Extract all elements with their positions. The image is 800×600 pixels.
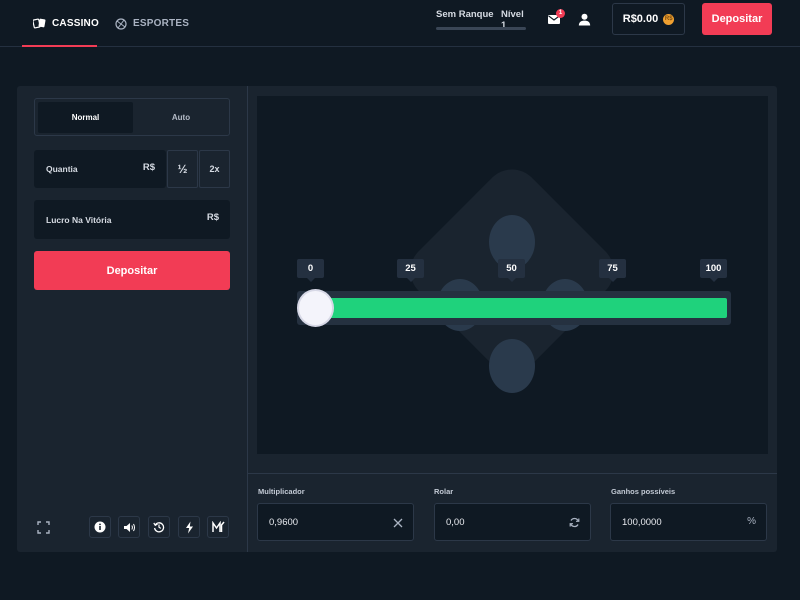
mode-normal-button[interactable]: Normal xyxy=(38,102,133,133)
info-button[interactable] xyxy=(89,516,111,538)
slider-tick-label: 75 xyxy=(599,259,626,282)
mode-auto-button[interactable]: Auto xyxy=(134,102,228,133)
roll-slider-win-range xyxy=(317,298,727,318)
info-icon xyxy=(94,521,106,533)
bet-amount-field[interactable]: Quantia R$ xyxy=(34,150,166,188)
roll-slider-handle[interactable] xyxy=(297,289,334,327)
stats-divider xyxy=(248,473,777,474)
balance-value: R$0.00 xyxy=(622,13,659,25)
fullscreen-icon xyxy=(36,520,50,534)
slider-tick-label: 50 xyxy=(498,259,525,282)
tab-esportes[interactable]: ESPORTES xyxy=(115,0,189,47)
multiplier-label: Multiplicador xyxy=(258,487,305,496)
profit-label: Lucro Na Vitória xyxy=(46,215,112,225)
sidebar-divider xyxy=(247,86,248,552)
profit-field[interactable]: Lucro Na Vitória R$ xyxy=(34,200,230,239)
tab-cassino-label: CASSINO xyxy=(52,18,99,29)
double-bet-button[interactable]: 2x xyxy=(199,150,230,188)
ball-icon xyxy=(115,17,127,30)
slider-tick-label: 25 xyxy=(397,259,424,282)
half-bet-button[interactable]: ½ xyxy=(167,150,198,188)
rank-bar xyxy=(436,27,526,30)
rank-progress[interactable]: Sem Ranque Nível 1 xyxy=(436,9,526,34)
notification-badge: 1 xyxy=(556,9,565,18)
deposit-button-header[interactable]: Depositar xyxy=(702,3,772,35)
multiplier-value: 0,9600 xyxy=(269,517,299,528)
balance-display[interactable]: R$0.00 R$ xyxy=(612,3,685,35)
slider-tick-label: 0 xyxy=(297,259,324,282)
deposit-button-main[interactable]: Depositar xyxy=(34,251,230,290)
percent-suffix: % xyxy=(747,516,756,527)
tab-cassino[interactable]: CASSINO xyxy=(33,0,99,47)
fullscreen-button[interactable] xyxy=(32,516,54,538)
rank-label: Sem Ranque xyxy=(436,9,494,20)
fairness-icon xyxy=(211,521,225,532)
fairness-button[interactable] xyxy=(207,516,229,538)
win-chance-value: 100,0000 xyxy=(622,517,662,528)
history-button[interactable] xyxy=(148,516,170,538)
volume-icon xyxy=(123,522,135,532)
coin-icon: R$ xyxy=(663,13,675,25)
roll-label: Rolar xyxy=(434,487,454,496)
slider-tick-label: 100 xyxy=(700,259,727,282)
active-tab-indicator xyxy=(22,45,97,47)
bet-mode-switch: Normal Auto xyxy=(34,98,230,136)
cards-icon xyxy=(33,18,46,29)
profile-button[interactable] xyxy=(575,10,593,28)
volume-button[interactable] xyxy=(118,516,140,538)
multiplier-field[interactable]: 0,9600 xyxy=(257,503,414,541)
win-chance-field[interactable]: 100,0000 % xyxy=(610,503,767,541)
history-icon xyxy=(153,522,165,533)
profit-currency: R$ xyxy=(206,212,219,223)
close-icon[interactable] xyxy=(393,518,403,528)
win-chance-label: Ganhos possíveis xyxy=(611,487,676,496)
user-icon xyxy=(578,13,590,25)
roll-value: 0,00 xyxy=(446,517,465,528)
lightning-icon xyxy=(185,521,193,533)
refresh-icon[interactable] xyxy=(569,517,580,528)
bet-amount-label: Quantia xyxy=(46,164,78,174)
hotkeys-button[interactable] xyxy=(178,516,200,538)
roll-field[interactable]: 0,00 xyxy=(434,503,591,541)
bet-amount-currency: R$ xyxy=(142,162,155,173)
tab-esportes-label: ESPORTES xyxy=(133,18,190,29)
